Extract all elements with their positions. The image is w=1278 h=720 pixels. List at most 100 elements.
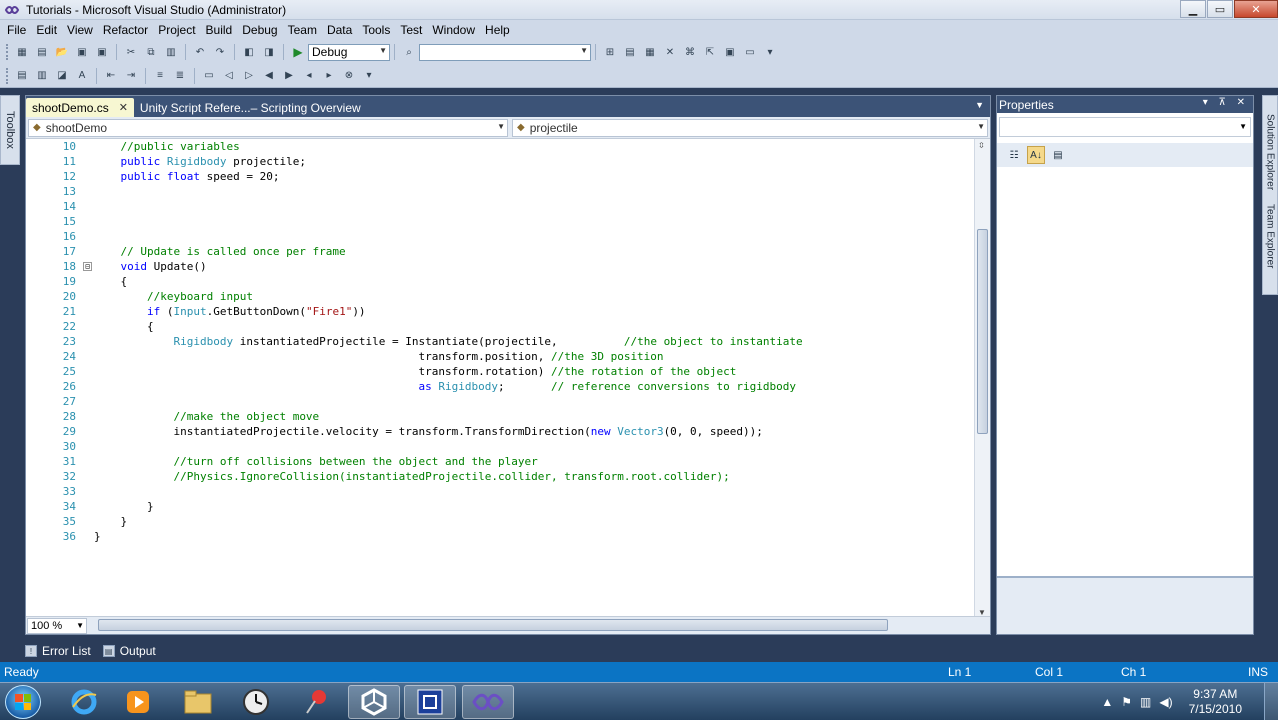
code-line[interactable]: 17 // Update is called once per frame: [26, 244, 974, 259]
next-bookmark-icon[interactable]: ▷: [241, 68, 257, 84]
menu-test[interactable]: Test: [395, 23, 427, 37]
code-line[interactable]: 18 ⊟ void Update(): [26, 259, 974, 274]
properties-object-select[interactable]: ▼: [999, 117, 1251, 137]
menu-window[interactable]: Window: [427, 23, 480, 37]
error-list-tab[interactable]: ! Error List: [25, 644, 91, 658]
categorized-icon[interactable]: ☷: [1005, 146, 1023, 164]
code-line[interactable]: 23 Rigidbody instantiatedProjectile = In…: [26, 334, 974, 349]
navigate-back-icon[interactable]: ◧: [241, 44, 257, 60]
code-line[interactable]: 36}: [26, 529, 974, 544]
next-bookmark-folder-icon[interactable]: ▶: [281, 68, 297, 84]
solution-explorer-icon[interactable]: ⊞: [602, 44, 618, 60]
save-icon[interactable]: ▣: [74, 44, 90, 60]
tab-shootdemo[interactable]: shootDemo.cs ✕: [26, 98, 134, 117]
decrease-indent-icon[interactable]: ⇤: [103, 68, 119, 84]
minimize-button[interactable]: ▁: [1180, 0, 1206, 18]
code-line[interactable]: 20 //keyboard input: [26, 289, 974, 304]
next-bookmark-doc-icon[interactable]: ▸: [321, 68, 337, 84]
clock-app-icon[interactable]: [230, 685, 282, 719]
menu-view[interactable]: View: [62, 23, 98, 37]
code-line[interactable]: 33: [26, 484, 974, 499]
comment-lines-icon[interactable]: ≡: [152, 68, 168, 84]
code-line[interactable]: 35 }: [26, 514, 974, 529]
toolbar-grip[interactable]: [6, 67, 9, 84]
properties-window-icon[interactable]: ▤: [622, 44, 638, 60]
show-desktop-button[interactable]: [1264, 683, 1278, 720]
undo-icon[interactable]: ↶: [192, 44, 208, 60]
menu-help[interactable]: Help: [480, 23, 515, 37]
members-dropdown[interactable]: ◆ projectile ▼: [511, 118, 988, 137]
toolbar-options-icon[interactable]: ▾: [762, 44, 778, 60]
complete-word-icon[interactable]: A: [74, 68, 90, 84]
zoom-select[interactable]: 100 % ▼: [27, 617, 87, 634]
copy-icon[interactable]: ⧉: [143, 44, 159, 60]
extension-manager-icon[interactable]: ▣: [722, 44, 738, 60]
vertical-scrollbar[interactable]: ⇳ ▼: [974, 139, 990, 619]
solution-configuration-select[interactable]: Debug ▼: [308, 43, 390, 61]
start-button[interactable]: [5, 685, 41, 719]
start-debugging-icon[interactable]: ▶: [290, 44, 306, 60]
code-line[interactable]: 32 //Physics.IgnoreCollision(instantiate…: [26, 469, 974, 484]
code-line[interactable]: 30: [26, 439, 974, 454]
code-line[interactable]: 31 //turn off collisions between the obj…: [26, 454, 974, 469]
paste-icon[interactable]: ▥: [163, 44, 179, 60]
menu-data[interactable]: Data: [322, 23, 357, 37]
volume-icon[interactable]: ◀): [1159, 695, 1172, 709]
command-window-icon[interactable]: ▭: [742, 44, 758, 60]
code-line[interactable]: 15: [26, 214, 974, 229]
maximize-button[interactable]: ▭: [1207, 0, 1233, 18]
menu-team[interactable]: Team: [283, 23, 322, 37]
active-files-dropdown-icon[interactable]: ▼: [975, 100, 984, 110]
previous-bookmark-icon[interactable]: ◁: [221, 68, 237, 84]
toggle-bookmark-icon[interactable]: ▭: [201, 68, 217, 84]
pin-app-icon[interactable]: [290, 685, 342, 719]
cut-icon[interactable]: ✂: [123, 44, 139, 60]
start-page-icon[interactable]: ⇱: [702, 44, 718, 60]
collapse-region-icon[interactable]: ⊟: [83, 262, 92, 271]
menu-tools[interactable]: Tools: [357, 23, 395, 37]
code-line[interactable]: 26 as Rigidbody; // reference conversion…: [26, 379, 974, 394]
media-player-icon[interactable]: [112, 685, 164, 719]
code-line[interactable]: 22 {: [26, 319, 974, 334]
code-line[interactable]: 14: [26, 199, 974, 214]
code-line[interactable]: 27: [26, 394, 974, 409]
redo-icon[interactable]: ↷: [212, 44, 228, 60]
menu-debug[interactable]: Debug: [237, 23, 282, 37]
uncomment-lines-icon[interactable]: ≣: [172, 68, 188, 84]
unity-icon[interactable]: [348, 685, 400, 719]
network-icon[interactable]: ⚑: [1121, 695, 1132, 709]
code-line[interactable]: 12 public float speed = 20;: [26, 169, 974, 184]
internet-explorer-icon[interactable]: [58, 685, 110, 719]
display-object-members-icon[interactable]: ▤: [14, 68, 30, 84]
close-tab-icon[interactable]: ✕: [119, 101, 128, 114]
split-handle-icon[interactable]: ⇳: [978, 141, 985, 150]
open-file-icon[interactable]: 📂: [54, 44, 70, 60]
property-pages-icon[interactable]: ▤: [1049, 146, 1067, 164]
visual-studio-icon[interactable]: [462, 685, 514, 719]
add-item-icon[interactable]: ▤: [34, 44, 50, 60]
find-in-files-icon[interactable]: ⌕: [401, 44, 417, 60]
types-dropdown[interactable]: ◆ shootDemo ▼: [28, 118, 508, 137]
code-line[interactable]: 19 {: [26, 274, 974, 289]
code-line[interactable]: 29 instantiatedProjectile.velocity = tra…: [26, 424, 974, 439]
menu-project[interactable]: Project: [153, 23, 200, 37]
toolbox-icon[interactable]: ✕: [662, 44, 678, 60]
save-all-icon[interactable]: ▣: [94, 44, 110, 60]
solution-explorer-tab[interactable]: Solution Explorer: [1265, 114, 1276, 190]
quick-info-icon[interactable]: ◪: [54, 68, 70, 84]
toolbox-tab[interactable]: Toolbox: [0, 95, 20, 165]
new-project-icon[interactable]: ▦: [14, 44, 30, 60]
class-view-icon[interactable]: ⌘: [682, 44, 698, 60]
object-browser-icon[interactable]: ▦: [642, 44, 658, 60]
toolbar-grip[interactable]: [6, 44, 9, 60]
code-line[interactable]: 16: [26, 229, 974, 244]
code-line[interactable]: 25 transform.rotation) //the rotation of…: [26, 364, 974, 379]
navigate-forward-icon[interactable]: ◨: [261, 44, 277, 60]
menu-refactor[interactable]: Refactor: [98, 23, 153, 37]
file-explorer-icon[interactable]: [172, 685, 224, 719]
show-hidden-icons-icon[interactable]: ▲: [1101, 695, 1113, 709]
panel-window-buttons[interactable]: ▾ ⊼ ✕: [1203, 97, 1249, 108]
tab-unity-script-reference[interactable]: Unity Script Refere...– Scripting Overvi…: [134, 98, 367, 117]
code-line[interactable]: 10 //public variables: [26, 139, 974, 154]
team-explorer-tab[interactable]: Team Explorer: [1265, 204, 1276, 268]
